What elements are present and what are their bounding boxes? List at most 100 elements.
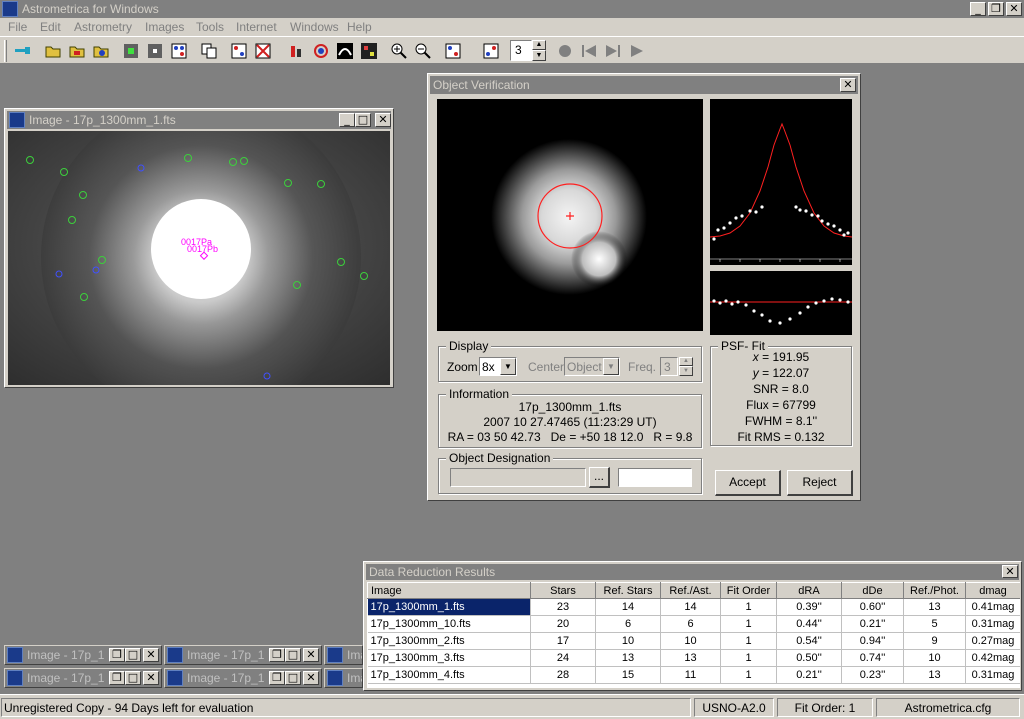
- close-button[interactable]: ✕: [303, 648, 319, 662]
- menu-internet[interactable]: Internet: [236, 18, 277, 36]
- cell-image[interactable]: 17p_1300mm_10.fts: [367, 615, 531, 633]
- col-header-ref-phot[interactable]: Ref./Phot.: [903, 582, 966, 599]
- minimized-image-window[interactable]: Image - 17p_1 ❐ □ ✕: [164, 668, 322, 688]
- psf-y-row: y = 122.07: [710, 366, 852, 380]
- col-header-dmag[interactable]: dmag: [965, 582, 1020, 599]
- menu-astrometry[interactable]: Astrometry: [74, 18, 132, 36]
- open-folder-icon[interactable]: [42, 40, 64, 62]
- frame-spin-input[interactable]: 3: [510, 40, 532, 61]
- close-button[interactable]: ✕: [303, 671, 319, 685]
- designation-input[interactable]: [450, 468, 586, 487]
- copy-icon[interactable]: [198, 40, 220, 62]
- image-window-maximize-button[interactable]: □: [355, 113, 371, 127]
- chevron-down-icon[interactable]: ▼: [603, 358, 619, 375]
- cell-stars: 23: [530, 598, 596, 616]
- step-forward-icon[interactable]: [602, 40, 624, 62]
- menu-tools[interactable]: Tools: [196, 18, 224, 36]
- table-row[interactable]: 17p_1300mm_3.fts 24 13 13 1 0.50'' 0.74'…: [367, 649, 1020, 667]
- minimized-image-window[interactable]: Image - 17p_1 ❐ □ ✕: [164, 645, 322, 665]
- freq-input[interactable]: 3: [660, 357, 678, 376]
- dialog-close-button[interactable]: ✕: [840, 78, 856, 92]
- chevron-down-icon[interactable]: ▼: [500, 358, 516, 375]
- center-select[interactable]: Object ▼: [564, 357, 620, 376]
- app-close-button[interactable]: ✕: [1006, 2, 1022, 16]
- dice-cross-icon[interactable]: [252, 40, 274, 62]
- cell-image[interactable]: 17p_1300mm_2.fts: [367, 632, 531, 650]
- record-icon[interactable]: [554, 40, 576, 62]
- star-plus-icon[interactable]: [120, 40, 142, 62]
- image-window-icon: [167, 670, 183, 686]
- zoom-out-icon[interactable]: [412, 40, 434, 62]
- col-header-stars[interactable]: Stars: [530, 582, 596, 599]
- dice-blue-2-icon[interactable]: [480, 40, 502, 62]
- maximize-button[interactable]: □: [125, 648, 141, 662]
- minimized-image-window[interactable]: Image - 17p_1 ❐ □ ✕: [4, 645, 162, 665]
- reject-button[interactable]: Reject: [787, 470, 853, 496]
- wave-icon[interactable]: [334, 40, 356, 62]
- zoomed-object-view[interactable]: [437, 99, 703, 331]
- zoom-in-icon[interactable]: [388, 40, 410, 62]
- close-button[interactable]: ✕: [143, 648, 159, 662]
- close-button[interactable]: ✕: [143, 671, 159, 685]
- col-header-ref-ast[interactable]: Ref./Ast.: [660, 582, 721, 599]
- grid-icon[interactable]: [358, 40, 380, 62]
- menu-edit[interactable]: Edit: [40, 18, 61, 36]
- table-row[interactable]: 17p_1300mm_2.fts 17 10 10 1 0.54'' 0.94'…: [367, 632, 1020, 650]
- app-restore-button[interactable]: ❐: [988, 2, 1004, 16]
- zoom-select[interactable]: 8x ▼: [479, 357, 517, 376]
- results-close-button[interactable]: ✕: [1002, 565, 1018, 578]
- cell-dmag: 0.27mag: [965, 632, 1020, 650]
- image-window-close-button[interactable]: ✕: [375, 113, 391, 127]
- table-row[interactable]: 17p_1300mm_10.fts 20 6 6 1 0.44'' 0.21''…: [367, 615, 1020, 633]
- menu-help[interactable]: Help: [347, 18, 372, 36]
- cell-image[interactable]: 17p_1300mm_1.fts: [367, 598, 531, 616]
- cell-ref-stars: 14: [595, 598, 661, 616]
- dice-icon[interactable]: [168, 40, 190, 62]
- table-row[interactable]: 17p_1300mm_1.fts 23 14 14 1 0.39'' 0.60'…: [367, 598, 1020, 616]
- astro-image[interactable]: [8, 131, 390, 385]
- maximize-button[interactable]: □: [125, 671, 141, 685]
- display-group-label: Display: [446, 339, 492, 353]
- freq-spin-down-button[interactable]: ▼: [679, 366, 693, 376]
- restore-button[interactable]: ❐: [269, 648, 285, 662]
- minimized-image-window[interactable]: Image - 17p_1: [324, 668, 363, 688]
- table-row[interactable]: 17p_1300mm_4.fts 28 15 11 1 0.21'' 0.23'…: [367, 666, 1020, 684]
- col-header-image[interactable]: Image: [367, 582, 531, 599]
- minimized-image-window[interactable]: Image - 17p_1: [324, 645, 363, 665]
- circle-icon[interactable]: [310, 40, 332, 62]
- cell-image[interactable]: 17p_1300mm_3.fts: [367, 649, 531, 667]
- menu-images[interactable]: Images: [145, 18, 184, 36]
- cell-image[interactable]: 17p_1300mm_4.fts: [367, 666, 531, 684]
- spin-down-button[interactable]: ▼: [532, 50, 546, 61]
- open-folder-2-icon[interactable]: [66, 40, 88, 62]
- dice-red-icon[interactable]: [228, 40, 250, 62]
- cell-ref-phot: 9: [903, 632, 966, 650]
- minimized-image-window[interactable]: Image - 17p_1 ❐ □ ✕: [4, 668, 162, 688]
- cell-dra: 0.39'': [776, 598, 842, 616]
- restore-button[interactable]: ❐: [109, 671, 125, 685]
- designation-browse-button[interactable]: ...: [589, 467, 610, 488]
- col-header-dra[interactable]: dRA: [776, 582, 842, 599]
- col-header-fit-order[interactable]: Fit Order: [720, 582, 777, 599]
- open-dice-icon[interactable]: [90, 40, 112, 62]
- image-window-minimize-button[interactable]: _: [339, 113, 355, 127]
- spin-up-button[interactable]: ▲: [532, 40, 546, 50]
- accept-button[interactable]: Accept: [715, 470, 781, 496]
- col-header-dde[interactable]: dDe: [841, 582, 904, 599]
- color-bars-icon[interactable]: [286, 40, 308, 62]
- menu-file[interactable]: File: [8, 18, 27, 36]
- designation-code-input[interactable]: [618, 468, 692, 487]
- maximize-button[interactable]: □: [285, 671, 301, 685]
- freq-spin-up-button[interactable]: ▲: [679, 357, 693, 366]
- col-header-ref-stars[interactable]: Ref. Stars: [595, 582, 661, 599]
- play-icon[interactable]: [626, 40, 648, 62]
- restore-button[interactable]: ❐: [269, 671, 285, 685]
- star-minus-icon[interactable]: [144, 40, 166, 62]
- dice-blue-icon[interactable]: [442, 40, 464, 62]
- key-icon[interactable]: [12, 40, 34, 62]
- maximize-button[interactable]: □: [285, 648, 301, 662]
- step-back-icon[interactable]: [578, 40, 600, 62]
- app-minimize-button[interactable]: _: [970, 2, 986, 16]
- menu-windows[interactable]: Windows: [290, 18, 339, 36]
- restore-button[interactable]: ❐: [109, 648, 125, 662]
